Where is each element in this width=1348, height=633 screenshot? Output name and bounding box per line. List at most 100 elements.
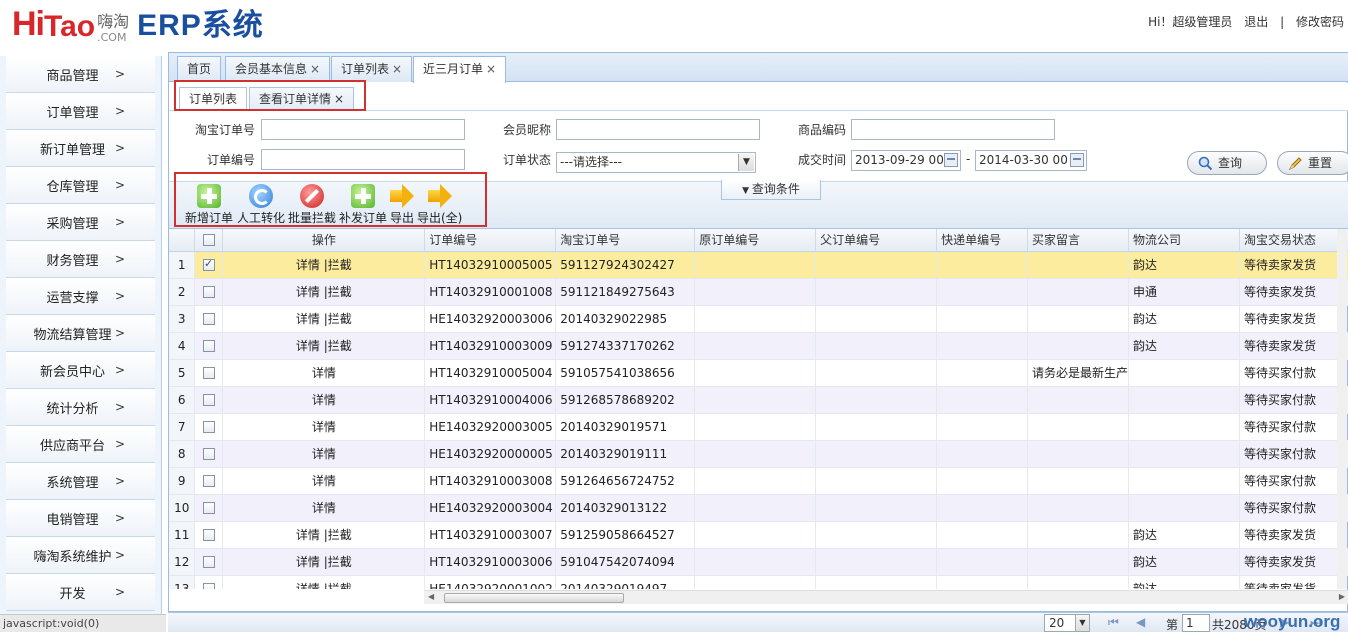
sidebar-item[interactable]: 统计分析 > <box>6 389 155 426</box>
export-all-button[interactable]: 导出(全) <box>417 184 462 228</box>
sidebar-item[interactable]: 订单管理 > <box>6 93 155 130</box>
tab-member-info[interactable]: 会员基本信息 × <box>225 56 331 82</box>
close-icon[interactable]: × <box>392 62 402 76</box>
table-row[interactable]: 4 详情 |拦截 HT14032910003009 591274337170262 韵达… <box>169 332 1348 360</box>
detail-link[interactable]: 详情 <box>312 474 336 488</box>
table-row[interactable]: 12 详情 |拦截 HT14032910003006 591047542074094 韵… <box>169 548 1348 576</box>
intercept-link[interactable]: 拦截 <box>328 285 352 299</box>
detail-link[interactable]: 详情 <box>296 582 320 589</box>
goods-code-input[interactable] <box>851 119 1055 140</box>
sidebar-item[interactable]: 新会员中心 > <box>6 352 155 389</box>
reset-button[interactable]: 重置 <box>1277 151 1348 175</box>
close-icon[interactable]: × <box>310 62 320 76</box>
table-row[interactable]: 9 详情 HT14032910003008 591264656724752 等待买家付款 <box>169 467 1348 495</box>
page-input[interactable]: 1 <box>1182 614 1210 632</box>
order-status-select[interactable]: ---请选择--- ▼ <box>556 152 756 173</box>
col-header-orig-no[interactable]: 原订单编号 <box>694 229 817 252</box>
table-row[interactable]: 13 详情 |拦截 HE14032920001002 20140329019497 韵达… <box>169 575 1348 589</box>
detail-link[interactable]: 详情 <box>296 312 320 326</box>
sidebar-item[interactable]: 运营支撑 > <box>6 278 155 315</box>
detail-link[interactable]: 详情 <box>296 528 320 542</box>
export-button[interactable]: 导出 <box>390 184 414 228</box>
row-checkbox[interactable] <box>194 359 224 387</box>
close-icon[interactable]: × <box>334 92 344 106</box>
detail-link[interactable]: 详情 <box>312 393 336 407</box>
col-header-buyer-msg[interactable]: 买家留言 <box>1027 229 1130 252</box>
manual-convert-button[interactable]: 人工转化 <box>237 184 285 228</box>
subtab-order-detail[interactable]: 查看订单详情 × <box>249 87 355 111</box>
row-checkbox[interactable] <box>194 386 224 414</box>
sidebar-item[interactable]: 供应商平台 > <box>6 426 155 463</box>
date-from-input[interactable]: 2013-09-29 00 <box>851 150 961 171</box>
sidebar-item[interactable]: 系统管理 > <box>6 463 155 500</box>
select-all-checkbox[interactable] <box>194 229 224 252</box>
row-checkbox[interactable] <box>194 467 224 495</box>
table-row[interactable]: 5 详情 HT14032910005004 591057541038656 请务必是最新… <box>169 359 1348 387</box>
table-row[interactable]: 6 详情 HT14032910004006 591268578689202 等待买家付款 <box>169 386 1348 414</box>
query-conditions-toggle[interactable]: ▼ 查询条件 <box>721 180 821 200</box>
sidebar-item[interactable]: 商品管理 > <box>6 56 155 93</box>
intercept-link[interactable]: 拦截 <box>328 312 352 326</box>
intercept-link[interactable]: 拦截 <box>328 339 352 353</box>
row-checkbox[interactable] <box>194 251 224 279</box>
logout-link[interactable]: 退出 <box>1244 15 1268 29</box>
col-header-logistics[interactable]: 物流公司 <box>1128 229 1240 252</box>
taobao-order-input[interactable] <box>261 119 465 140</box>
intercept-link[interactable]: 拦截 <box>328 528 352 542</box>
batch-intercept-button[interactable]: 批量拦截 <box>288 184 336 228</box>
row-checkbox[interactable] <box>194 548 224 576</box>
col-header-taobao-no[interactable]: 淘宝订单号 <box>555 229 696 252</box>
sidebar-item[interactable]: 物流结算管理 > <box>6 315 155 352</box>
scroll-right-icon[interactable]: ▶ <box>1339 592 1345 601</box>
col-header-status[interactable]: 淘宝交易状态 <box>1239 229 1348 252</box>
table-row[interactable]: 3 详情 |拦截 HE14032920003006 20140329022985 韵达等… <box>169 305 1348 333</box>
scroll-thumb[interactable] <box>444 593 624 603</box>
sidebar-item[interactable]: 财务管理 > <box>6 241 155 278</box>
date-to-input[interactable]: 2014-03-30 00 <box>975 150 1087 171</box>
query-button[interactable]: 查询 <box>1187 151 1267 175</box>
detail-link[interactable]: 详情 <box>296 258 320 272</box>
scroll-left-icon[interactable]: ◀ <box>428 592 434 601</box>
first-page-icon[interactable]: ⏮ <box>1108 615 1119 630</box>
detail-link[interactable]: 详情 <box>312 501 336 515</box>
table-row[interactable]: 7 详情 HE14032920003005 20140329019571 等待买家付款 <box>169 413 1348 441</box>
prev-page-icon[interactable]: ◀ <box>1136 615 1145 629</box>
member-nick-input[interactable] <box>556 119 760 140</box>
sidebar-item[interactable]: 采购管理 > <box>6 204 155 241</box>
row-checkbox[interactable] <box>194 305 224 333</box>
sidebar-item[interactable]: 新订单管理 > <box>6 130 155 167</box>
col-header-operation[interactable]: 操作 <box>222 229 426 252</box>
calendar-icon[interactable] <box>1070 153 1084 167</box>
sidebar-item[interactable]: 电销管理 > <box>6 500 155 537</box>
page-size-select[interactable]: 20 ▼ <box>1044 614 1090 632</box>
sidebar-item[interactable]: 仓库管理 > <box>6 167 155 204</box>
tab-three-month-orders[interactable]: 近三月订单 × <box>413 56 507 83</box>
change-password-link[interactable]: 修改密码 <box>1296 15 1344 29</box>
intercept-link[interactable]: 拦截 <box>328 582 352 589</box>
vertical-scrollbar[interactable] <box>1337 229 1347 589</box>
table-row[interactable]: 2 详情 |拦截 HT14032910001008 591121849275643 申通… <box>169 278 1348 306</box>
table-row[interactable]: 10 详情 HE14032920003004 20140329013122 等待买家付款 <box>169 494 1348 522</box>
col-header-order-no[interactable]: 订单编号 <box>424 229 557 252</box>
add-order-button[interactable]: 新增订单 <box>185 184 233 228</box>
row-checkbox[interactable] <box>194 332 224 360</box>
col-header-parent-no[interactable]: 父订单编号 <box>815 229 938 252</box>
intercept-link[interactable]: 拦截 <box>328 258 352 272</box>
table-row[interactable]: 1 详情 |拦截HT14032910005005591127924302427 韵达… <box>169 251 1348 279</box>
detail-link[interactable]: 详情 <box>312 366 336 380</box>
detail-link[interactable]: 详情 <box>296 339 320 353</box>
row-checkbox[interactable] <box>194 575 224 589</box>
intercept-link[interactable]: 拦截 <box>328 555 352 569</box>
order-no-input[interactable] <box>261 149 465 170</box>
calendar-icon[interactable] <box>944 153 958 167</box>
sidebar-item[interactable]: 嗨淘系统维护 > <box>6 537 155 574</box>
row-checkbox[interactable] <box>194 521 224 549</box>
tab-home[interactable]: 首页 <box>177 56 222 82</box>
col-header-express-no[interactable]: 快递单编号 <box>936 229 1029 252</box>
detail-link[interactable]: 详情 <box>296 285 320 299</box>
row-checkbox[interactable] <box>194 278 224 306</box>
detail-link[interactable]: 详情 <box>312 420 336 434</box>
table-row[interactable]: 11 详情 |拦截 HT14032910003007 591259058664527 韵… <box>169 521 1348 549</box>
horizontal-scrollbar[interactable]: ◀ ▶ <box>424 590 1348 604</box>
row-checkbox[interactable] <box>194 440 224 468</box>
